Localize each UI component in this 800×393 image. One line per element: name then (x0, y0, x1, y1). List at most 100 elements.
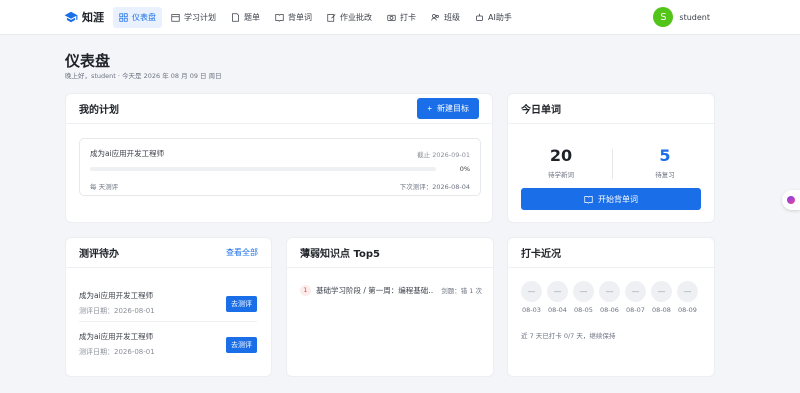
checkin-day-marker: — (521, 281, 542, 302)
document-icon (232, 13, 239, 22)
robot-icon (476, 13, 483, 21)
today-words-card: 今日单词 20 待学新词 5 待复习 开始背单词 (507, 93, 715, 223)
nav-item-homework[interactable]: 作业批改 (321, 7, 378, 28)
checkin-day-label: 08-06 (600, 306, 619, 314)
checkin-day-marker: — (677, 281, 698, 302)
view-all-link[interactable]: 查看全部 (226, 247, 258, 258)
avatar[interactable]: S (653, 7, 674, 27)
checkin-day-label: 08-03 (522, 306, 541, 314)
nav-label: 打卡 (400, 13, 416, 22)
go-assess-button[interactable]: 去测评 (226, 296, 257, 312)
nav-label: 学习计划 (184, 13, 216, 22)
plan-frequency: 每 天测评 (90, 183, 119, 191)
plan-deadline: 截止 2026-09-01 (417, 151, 470, 159)
checkin-day-marker: — (573, 281, 594, 302)
checkin-day: — 08-03 (521, 281, 542, 314)
todo-item: 成为ai应用开发工程师 测评日期：2026-08-01 去测评 (79, 331, 257, 367)
weak-point-name: 基础学习阶段 / 第一周：编程基础… (316, 285, 434, 295)
start-vocabulary-button[interactable]: 开始背单词 (521, 188, 701, 210)
todo-name: 成为ai应用开发工程师 (79, 291, 154, 300)
plan-progress-label: 0% (459, 165, 470, 173)
new-words-count: 20 (549, 146, 573, 165)
checkin-days: — 08-03 — 08-04 — 08-05 — 08-06 — 08-07 — 08-0… (521, 281, 698, 314)
nav-label: 作业批改 (340, 13, 372, 22)
plans-card: 我的计划 + 新建目标 成为ai应用开发工程师 截止 2026-09-01 0%… (65, 93, 493, 223)
weak-points-card: 薄弱知识点 Top5 1 基础学习阶段 / 第一周：编程基础… 剑题：错 1 次 (286, 237, 494, 377)
nav-label: AI助手 (488, 13, 512, 22)
new-goal-button[interactable]: + 新建目标 (417, 98, 479, 119)
greeting-text: 晚上好，student · 今天是 2026 年 08 月 09 日 周日 (65, 72, 222, 80)
user-name: student (679, 12, 710, 22)
edit-icon (327, 14, 336, 22)
checkin-day-label: 08-09 (678, 306, 697, 314)
divider (612, 149, 613, 179)
weak-points-header: 薄弱知识点 Top5 (287, 238, 493, 268)
checkin-day-label: 08-07 (626, 306, 645, 314)
plus-icon: + (427, 104, 432, 113)
weak-point-count: 剑题：错 1 次 (441, 287, 482, 295)
todo-header: 测评待办 查看全部 (66, 238, 271, 268)
checkin-day-marker: — (547, 281, 568, 302)
checkin-day: — 08-04 (547, 281, 568, 314)
checkin-day: — 08-08 (651, 281, 672, 314)
floating-assistant-button[interactable] (782, 190, 800, 210)
checkin-day-marker: — (599, 281, 620, 302)
divider (79, 321, 257, 322)
checkin-day-label: 08-04 (548, 306, 567, 314)
weak-point-item[interactable]: 1 基础学习阶段 / 第一周：编程基础… 剑题：错 1 次 (300, 283, 482, 297)
start-vocabulary-label: 开始背单词 (598, 194, 638, 204)
review-words-label: 待复习 (655, 171, 675, 179)
todo-date: 测评日期：2026-08-01 (79, 307, 155, 315)
assistant-icon (787, 196, 795, 204)
calendar-icon (171, 14, 180, 22)
nav-item-question-list[interactable]: 题单 (225, 7, 266, 28)
checkin-day: — 08-09 (677, 281, 698, 314)
brand[interactable]: 知涯 (64, 9, 104, 25)
assessment-todo-card: 测评待办 查看全部 成为ai应用开发工程师 测评日期：2026-08-01 去测… (65, 237, 272, 377)
plan-next-test: 下次测评：2026-08-04 (399, 183, 470, 191)
checkin-day: — 08-05 (573, 281, 594, 314)
todo-name: 成为ai应用开发工程师 (79, 332, 154, 341)
plan-progress-bar (90, 167, 436, 171)
users-icon (431, 14, 439, 21)
nav-item-vocabulary[interactable]: 背单词 (269, 7, 318, 28)
checkin-header: 打卡近况 (508, 238, 714, 268)
new-goal-label: 新建目标 (437, 104, 469, 113)
app-name: 知涯 (82, 11, 104, 24)
nav-label: 仪表盘 (132, 13, 156, 22)
nav-item-checkin[interactable]: 打卡 (381, 7, 422, 28)
top-nav-bar: 知涯 仪表盘 学习计划 题单 背单词 作业批改 打卡 班级 AI助手 S stu… (0, 0, 800, 35)
nav-label: 背单词 (288, 13, 312, 22)
checkin-day: — 08-06 (599, 281, 620, 314)
plans-title: 我的计划 (79, 105, 119, 116)
nav-item-study-plan[interactable]: 学习计划 (165, 7, 222, 28)
checkin-day-marker: — (651, 281, 672, 302)
today-words-title: 今日单词 (521, 105, 561, 116)
nav-label: 题单 (244, 13, 260, 22)
dashboard-icon (119, 13, 128, 22)
page-title: 仪表盘 (65, 52, 111, 70)
main-nav: 仪表盘 学习计划 题单 背单词 作业批改 打卡 班级 AI助手 (113, 7, 518, 28)
rank-badge: 1 (300, 284, 311, 296)
new-words-label: 待学新词 (548, 171, 574, 179)
nav-item-dashboard[interactable]: 仪表盘 (113, 7, 162, 28)
review-words-stat: 5 待复习 (620, 146, 710, 179)
go-assess-button[interactable]: 去测评 (226, 337, 257, 353)
graduation-cap-icon (64, 11, 78, 23)
todo-date: 测评日期：2026-08-01 (79, 348, 155, 356)
nav-item-ai-assistant[interactable]: AI助手 (469, 7, 518, 28)
plan-item[interactable]: 成为ai应用开发工程师 截止 2026-09-01 0% 每 天测评 下次测评：… (79, 138, 481, 196)
checkin-day-marker: — (625, 281, 646, 302)
nav-item-class[interactable]: 班级 (425, 7, 466, 28)
book-icon (584, 195, 593, 204)
user-menu[interactable]: S student (653, 7, 710, 27)
camera-icon (387, 14, 396, 21)
checkin-day-label: 08-05 (574, 306, 593, 314)
checkin-card: 打卡近况 — 08-03 — 08-04 — 08-05 — 08-06 — 08-07 … (507, 237, 715, 377)
today-words-header: 今日单词 (508, 94, 714, 124)
plan-name: 成为ai应用开发工程师 (90, 149, 165, 158)
review-words-count: 5 (659, 146, 671, 165)
todo-title: 测评待办 (79, 249, 119, 260)
new-words-stat: 20 待学新词 (516, 146, 606, 179)
book-icon (275, 14, 284, 22)
